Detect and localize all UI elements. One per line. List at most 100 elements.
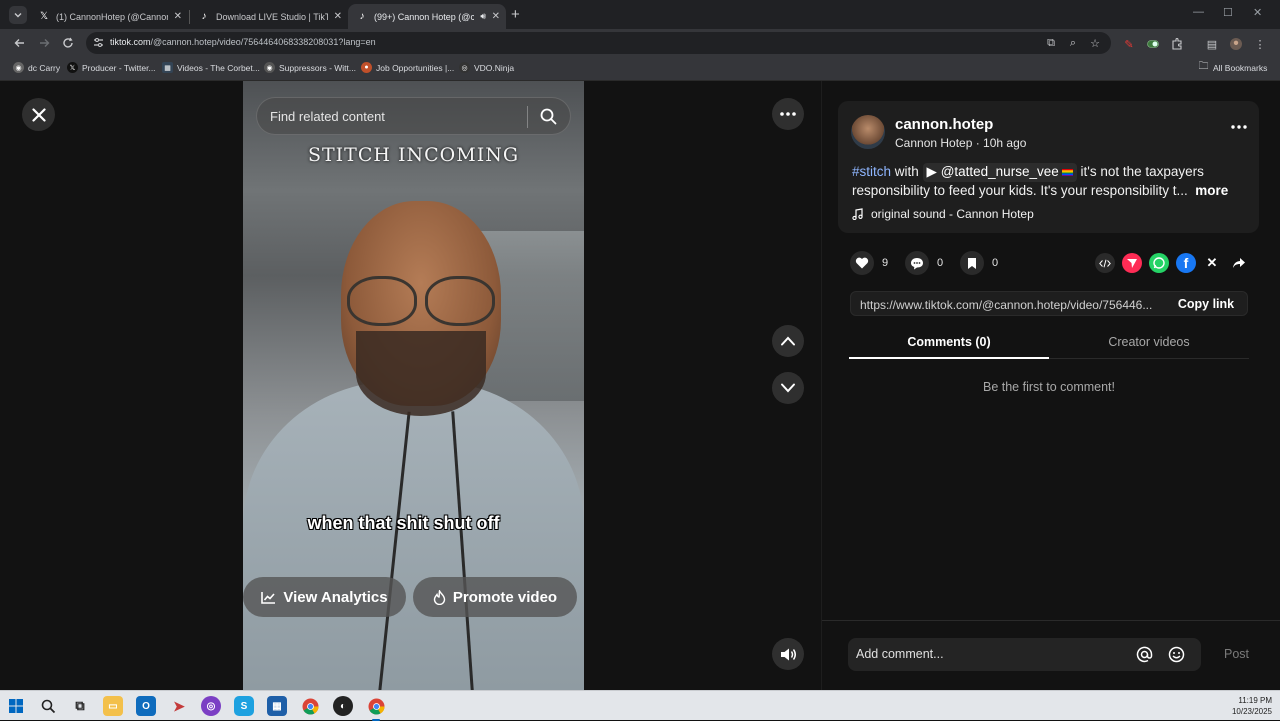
side-panel-icon[interactable]: ▤ (1205, 37, 1219, 51)
video-more-options-button[interactable] (772, 98, 804, 130)
sound-link[interactable]: original sound - Cannon Hotep (852, 207, 1034, 221)
windows-taskbar: ⧉ ▭ O ➤ ◎ S ▦ ◐ 11:19 PM 10/23/2025 (0, 690, 1280, 721)
chevron-up-icon (781, 336, 795, 346)
avatar[interactable] (851, 115, 885, 149)
address-bar[interactable]: tiktok.com/@cannon.hotep/video/756446406… (86, 32, 1111, 54)
view-analytics-button[interactable]: View Analytics (243, 577, 406, 617)
post-more-options-button[interactable] (1231, 125, 1247, 129)
mention-at-icon[interactable] (1136, 646, 1153, 663)
stitch-mention-link[interactable]: ▶ @tatted_nurse_vee (922, 163, 1077, 182)
view-analytics-label: View Analytics (283, 588, 388, 606)
x-share-icon[interactable]: ✕ (1202, 253, 1222, 273)
close-video-button[interactable] (22, 98, 55, 131)
chrome-icon[interactable] (300, 696, 320, 716)
close-tab-icon[interactable]: ✕ (492, 11, 500, 22)
browser-menu-icon[interactable]: ⋮ (1253, 37, 1267, 51)
video-link-text[interactable]: https://www.tiktok.com/@cannon.hotep/vid… (860, 298, 1152, 312)
chrome-active-icon[interactable] (366, 696, 386, 721)
whatsapp-icon[interactable] (1149, 253, 1169, 273)
close-tab-icon[interactable]: ✕ (334, 11, 342, 22)
bookmark-item[interactable]: ▦ Videos - The Corbet... (162, 62, 260, 73)
zoom-icon[interactable]: ⌕ (1066, 36, 1080, 50)
system-clock[interactable]: 11:19 PM 10/23/2025 (1232, 695, 1272, 717)
post-comment-button[interactable]: Post (1224, 647, 1249, 661)
minimize-icon[interactable]: — (1193, 6, 1204, 18)
file-explorer-icon[interactable]: ▭ (103, 696, 123, 716)
comment-placeholder: Add comment... (856, 647, 944, 661)
tab-search-button[interactable] (9, 6, 27, 24)
task-view-icon[interactable]: ⧉ (70, 696, 90, 716)
description-more-button[interactable]: more (1195, 183, 1228, 198)
app-blue-icon[interactable]: ▦ (267, 696, 287, 716)
tab-creator-videos[interactable]: Creator videos (1049, 335, 1249, 349)
tiktok-icon: ♪ (359, 11, 365, 22)
tab-title: (99+) Cannon Hotep (@can (374, 11, 474, 22)
bookmark-item[interactable]: ◎ VDO.Ninja (459, 62, 514, 73)
volume-button[interactable] (772, 638, 804, 670)
bookmark-star-icon[interactable]: ☆ (1088, 36, 1102, 50)
bookmark-item[interactable]: ● Job Opportunities |... (361, 62, 454, 73)
windows-start-icon[interactable] (6, 696, 26, 716)
close-window-icon[interactable]: ✕ (1253, 6, 1262, 19)
forward-icon[interactable] (37, 36, 51, 50)
profile-avatar-icon[interactable] (1229, 37, 1243, 51)
bookmark-label: Suppressors - Witt... (279, 62, 356, 73)
creator-name-time: Cannon Hotep · 10h ago (895, 136, 1027, 150)
facebook-icon[interactable]: f (1176, 253, 1196, 273)
comment-input[interactable]: Add comment... (848, 638, 1201, 671)
send-to-friends-icon[interactable] (1122, 253, 1142, 273)
clock-date: 10/23/2025 (1231, 707, 1272, 716)
new-tab-button[interactable]: + (511, 6, 520, 23)
bookmark-item[interactable]: ◉ dc Carry (13, 62, 60, 73)
all-bookmarks-button[interactable]: 🗀︎ All Bookmarks (1198, 61, 1268, 73)
audio-playing-icon[interactable]: 🔊︎ (480, 11, 486, 22)
emoji-icon[interactable] (1168, 646, 1185, 663)
url-text[interactable]: tiktok.com/@cannon.hotep/video/756446406… (110, 37, 376, 47)
install-app-icon[interactable]: ⧉ (1044, 36, 1058, 50)
bookmark-label: VDO.Ninja (474, 62, 515, 73)
reload-icon[interactable] (61, 36, 75, 50)
empty-comments-message: Be the first to comment! (983, 380, 1115, 394)
tab-comments[interactable]: Comments (0) (849, 335, 1049, 349)
next-video-button[interactable] (772, 372, 804, 404)
site-info-icon[interactable] (93, 37, 104, 48)
outlook-icon[interactable]: O (136, 696, 156, 716)
search-icon[interactable] (540, 108, 557, 125)
video-player[interactable]: Find related content STITCH INCOMING whe… (243, 81, 584, 690)
browser-tab-2[interactable]: ♪ Download LIVE Studio | TikTok ✕ (190, 4, 348, 29)
extensions-puzzle-icon[interactable] (1170, 37, 1184, 51)
browser-tab-1[interactable]: 𝕏 (1) CannonHotep (@CannonHo ✕ (30, 4, 188, 29)
promote-video-label: Promote video (452, 588, 558, 606)
copy-link-button[interactable]: Copy link (1165, 292, 1247, 315)
hashtag-link[interactable]: #stitch (852, 164, 891, 179)
like-button[interactable]: 9 (850, 251, 888, 275)
browser-tab-3-active[interactable]: ♪ (99+) Cannon Hotep (@can 🔊︎ ✕ (348, 4, 506, 29)
bookmark-item[interactable]: 𝕏 Producer - Twitter... (67, 62, 156, 73)
flame-icon (433, 589, 446, 605)
extension-pen-icon[interactable]: ✎ (1122, 37, 1136, 51)
app-red-icon[interactable]: ➤ (169, 696, 189, 716)
search-placeholder: Find related content (270, 109, 385, 124)
obs-icon[interactable]: ◐ (333, 696, 353, 716)
bookmark-label: Producer - Twitter... (82, 62, 156, 73)
app-purple-icon[interactable]: ◎ (201, 696, 221, 716)
back-icon[interactable] (13, 36, 27, 50)
maximize-icon[interactable]: ☐ (1223, 6, 1233, 19)
close-tab-icon[interactable]: ✕ (174, 11, 182, 22)
promote-video-button[interactable]: Promote video (413, 577, 577, 617)
find-related-search[interactable]: Find related content (256, 97, 571, 135)
extension-toggle-icon[interactable] (1146, 37, 1160, 51)
skype-icon[interactable]: S (234, 696, 254, 716)
comment-button[interactable]: 0 (905, 251, 943, 275)
search-icon[interactable] (38, 696, 58, 716)
previous-video-button[interactable] (772, 325, 804, 357)
embed-icon[interactable] (1095, 253, 1115, 273)
creator-handle[interactable]: cannon.hotep (895, 116, 993, 133)
save-button[interactable]: 0 (960, 251, 998, 275)
rainbow-flag-icon (1061, 169, 1073, 176)
bookmark-icon (960, 251, 984, 275)
share-arrow-icon[interactable] (1229, 253, 1249, 273)
tab-title: Download LIVE Studio | TikTok (216, 11, 328, 22)
bookmark-label: Videos - The Corbet... (177, 62, 260, 73)
bookmark-item[interactable]: ◉ Suppressors - Witt... (264, 62, 356, 73)
